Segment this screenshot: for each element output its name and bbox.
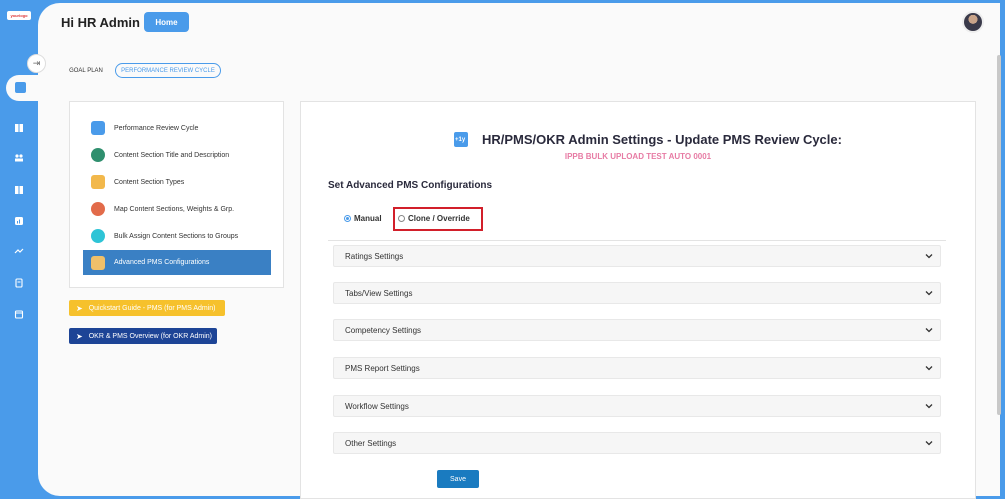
menu-item-map-content-sections[interactable]: Map Content Sections, Weights & Grp. bbox=[83, 197, 271, 221]
book-icon[interactable] bbox=[13, 122, 25, 134]
menu-item-bulk-assign[interactable]: Bulk Assign Content Sections to Groups bbox=[83, 224, 271, 248]
accordion-label: Tabs/View Settings bbox=[345, 288, 413, 298]
menu-item-content-section-title[interactable]: Content Section Title and Description bbox=[83, 143, 271, 167]
menu-item-label: Content Section Types bbox=[114, 178, 185, 186]
group-icon bbox=[91, 229, 105, 243]
divider bbox=[328, 240, 946, 241]
menu-item-content-section-types[interactable]: Content Section Types bbox=[83, 170, 271, 194]
chevron-down-icon bbox=[925, 254, 933, 259]
accordion-tabs-view-settings[interactable]: Tabs/View Settings bbox=[333, 282, 941, 304]
chevron-down-icon bbox=[925, 291, 933, 296]
quickstart-guide-button[interactable]: ➤ Quickstart Guide - PMS (for PMS Admin) bbox=[69, 300, 225, 316]
radio-manual-label: Manual bbox=[354, 214, 382, 223]
radio-checked-icon bbox=[344, 215, 351, 222]
shapes-icon bbox=[91, 175, 105, 189]
collapse-sidebar-icon[interactable]: ⇥ bbox=[27, 54, 46, 73]
handshake-icon[interactable] bbox=[13, 246, 25, 258]
app-logo: yourlogo bbox=[7, 11, 31, 20]
document-icon[interactable] bbox=[13, 277, 25, 289]
menu-item-performance-review-cycle[interactable]: Performance Review Cycle bbox=[83, 116, 271, 140]
config-menu: Performance Review Cycle Content Section… bbox=[69, 101, 284, 288]
menu-item-label: Advanced PMS Configurations bbox=[114, 259, 210, 266]
accordion-label: Other Settings bbox=[345, 438, 397, 448]
save-button[interactable]: Save bbox=[437, 470, 479, 488]
page-title: HR/PMS/OKR Admin Settings - Update PMS R… bbox=[482, 132, 842, 147]
rocket-icon: ➤ bbox=[76, 303, 83, 313]
users-icon[interactable] bbox=[13, 152, 25, 164]
menu-item-label: Bulk Assign Content Sections to Groups bbox=[114, 232, 239, 240]
avatar[interactable] bbox=[962, 11, 984, 33]
menu-item-label: Map Content Sections, Weights & Grp. bbox=[114, 205, 235, 213]
accordion-pms-report-settings[interactable]: PMS Report Settings bbox=[333, 357, 941, 379]
okr-overview-button[interactable]: ➤ OKR & PMS Overview (for OKR Admin) bbox=[69, 328, 217, 344]
chevron-down-icon bbox=[925, 328, 933, 333]
accordion-ratings-settings[interactable]: Ratings Settings bbox=[333, 245, 941, 267]
calendar-plus-icon bbox=[91, 121, 105, 135]
chevron-down-icon bbox=[925, 441, 933, 446]
section-heading: Set Advanced PMS Configurations bbox=[328, 180, 493, 191]
home-button[interactable]: Home bbox=[144, 12, 189, 32]
tab-performance-review-cycle[interactable]: PERFORMANCE REVIEW CYCLE bbox=[115, 63, 221, 78]
accordion-label: PMS Report Settings bbox=[345, 363, 420, 373]
rocket-icon: ➤ bbox=[76, 331, 83, 341]
rail-active-tab[interactable] bbox=[6, 75, 40, 101]
accordion-label: Ratings Settings bbox=[345, 251, 404, 261]
user-map-icon bbox=[91, 202, 105, 216]
quickstart-label: Quickstart Guide - PMS (for PMS Admin) bbox=[88, 304, 216, 312]
menu-item-label: Performance Review Cycle bbox=[114, 124, 199, 132]
book-open-icon[interactable] bbox=[13, 184, 25, 196]
dashboard-icon bbox=[15, 82, 26, 93]
accordion-other-settings[interactable]: Other Settings bbox=[333, 432, 941, 454]
accordion-workflow-settings[interactable]: Workflow Settings bbox=[333, 395, 941, 417]
chevron-down-icon bbox=[925, 366, 933, 371]
cycle-name: IPPB BULK UPLOAD TEST AUTO 0001 bbox=[564, 152, 712, 161]
highlight-frame bbox=[393, 207, 483, 231]
calendar-plus-icon bbox=[454, 132, 468, 147]
config-icon bbox=[91, 255, 105, 270]
menu-item-advanced-pms-configurations[interactable]: Advanced PMS Configurations bbox=[83, 250, 271, 275]
chevron-down-icon bbox=[925, 404, 933, 409]
tab-goal-plan[interactable]: GOAL PLAN bbox=[63, 63, 109, 78]
scrollbar[interactable] bbox=[997, 55, 1001, 415]
accordion-competency-settings[interactable]: Competency Settings bbox=[333, 319, 941, 341]
okr-overview-label: OKR & PMS Overview (for OKR Admin) bbox=[88, 332, 213, 340]
chart-icon[interactable] bbox=[13, 215, 25, 227]
radio-manual[interactable]: Manual bbox=[344, 214, 382, 223]
greeting: Hi HR Admin bbox=[61, 15, 140, 30]
accordion-label: Workflow Settings bbox=[345, 401, 409, 411]
menu-item-label: Content Section Title and Description bbox=[114, 151, 230, 159]
dots-icon bbox=[91, 148, 105, 162]
accordion-label: Competency Settings bbox=[345, 325, 422, 335]
calendar-icon[interactable] bbox=[13, 308, 25, 320]
